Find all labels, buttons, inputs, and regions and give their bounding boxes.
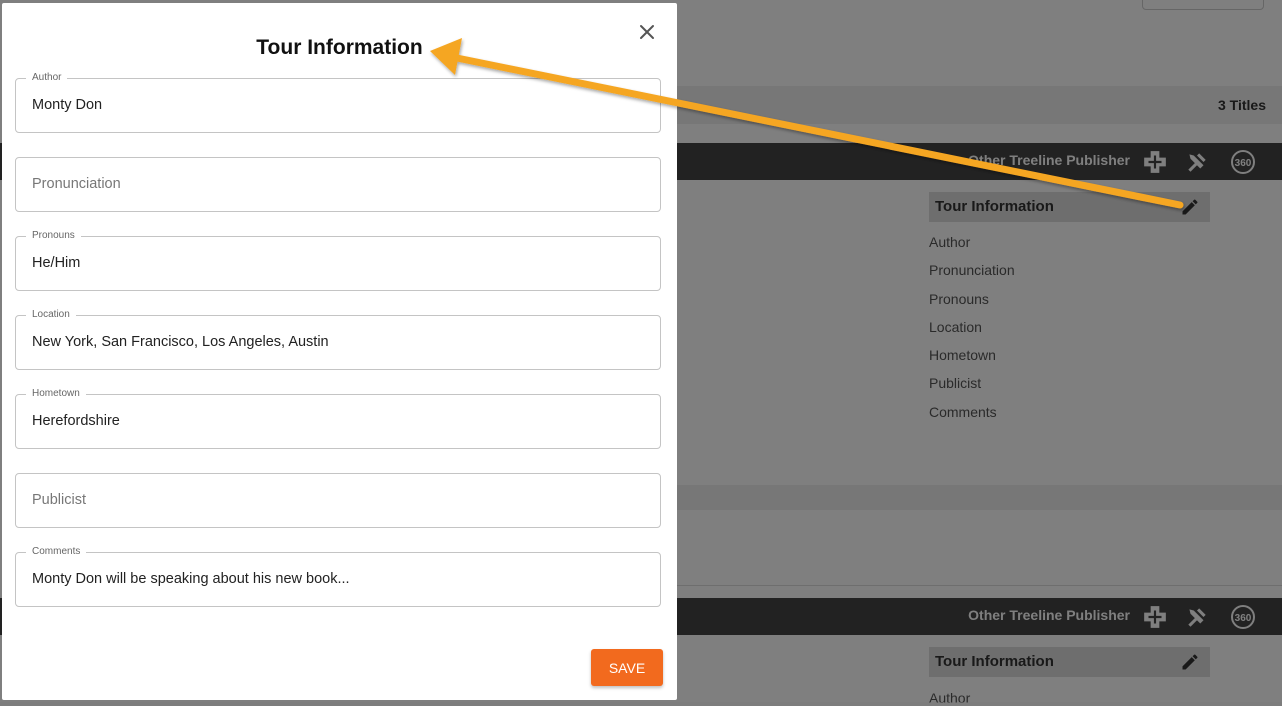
save-button[interactable]: SAVE	[591, 649, 663, 686]
hometown-input[interactable]	[32, 413, 644, 429]
hometown-field[interactable]: Hometown	[15, 387, 661, 449]
tour-information-dialog: Tour Information Author Pronouns Locatio…	[2, 3, 677, 700]
publicist-field[interactable]	[15, 473, 661, 528]
location-input[interactable]	[32, 334, 644, 350]
pronouns-input[interactable]	[32, 255, 644, 271]
dialog-title: Tour Information	[256, 36, 423, 59]
field-label: Location	[26, 308, 76, 322]
field-label: Author	[26, 71, 68, 85]
location-field[interactable]: Location	[15, 308, 661, 370]
pronouns-field[interactable]: Pronouns	[15, 229, 661, 291]
publicist-input[interactable]	[32, 492, 644, 508]
author-input[interactable]	[32, 97, 644, 113]
pronunciation-field[interactable]	[15, 157, 661, 212]
field-label: Comments	[26, 545, 87, 559]
pronunciation-input[interactable]	[32, 176, 644, 192]
close-icon[interactable]	[636, 21, 658, 43]
author-field[interactable]: Author	[15, 71, 661, 133]
field-label: Pronouns	[26, 229, 81, 243]
comments-field[interactable]: Comments	[15, 545, 661, 607]
comments-input[interactable]	[32, 571, 644, 587]
field-label: Hometown	[26, 387, 86, 401]
